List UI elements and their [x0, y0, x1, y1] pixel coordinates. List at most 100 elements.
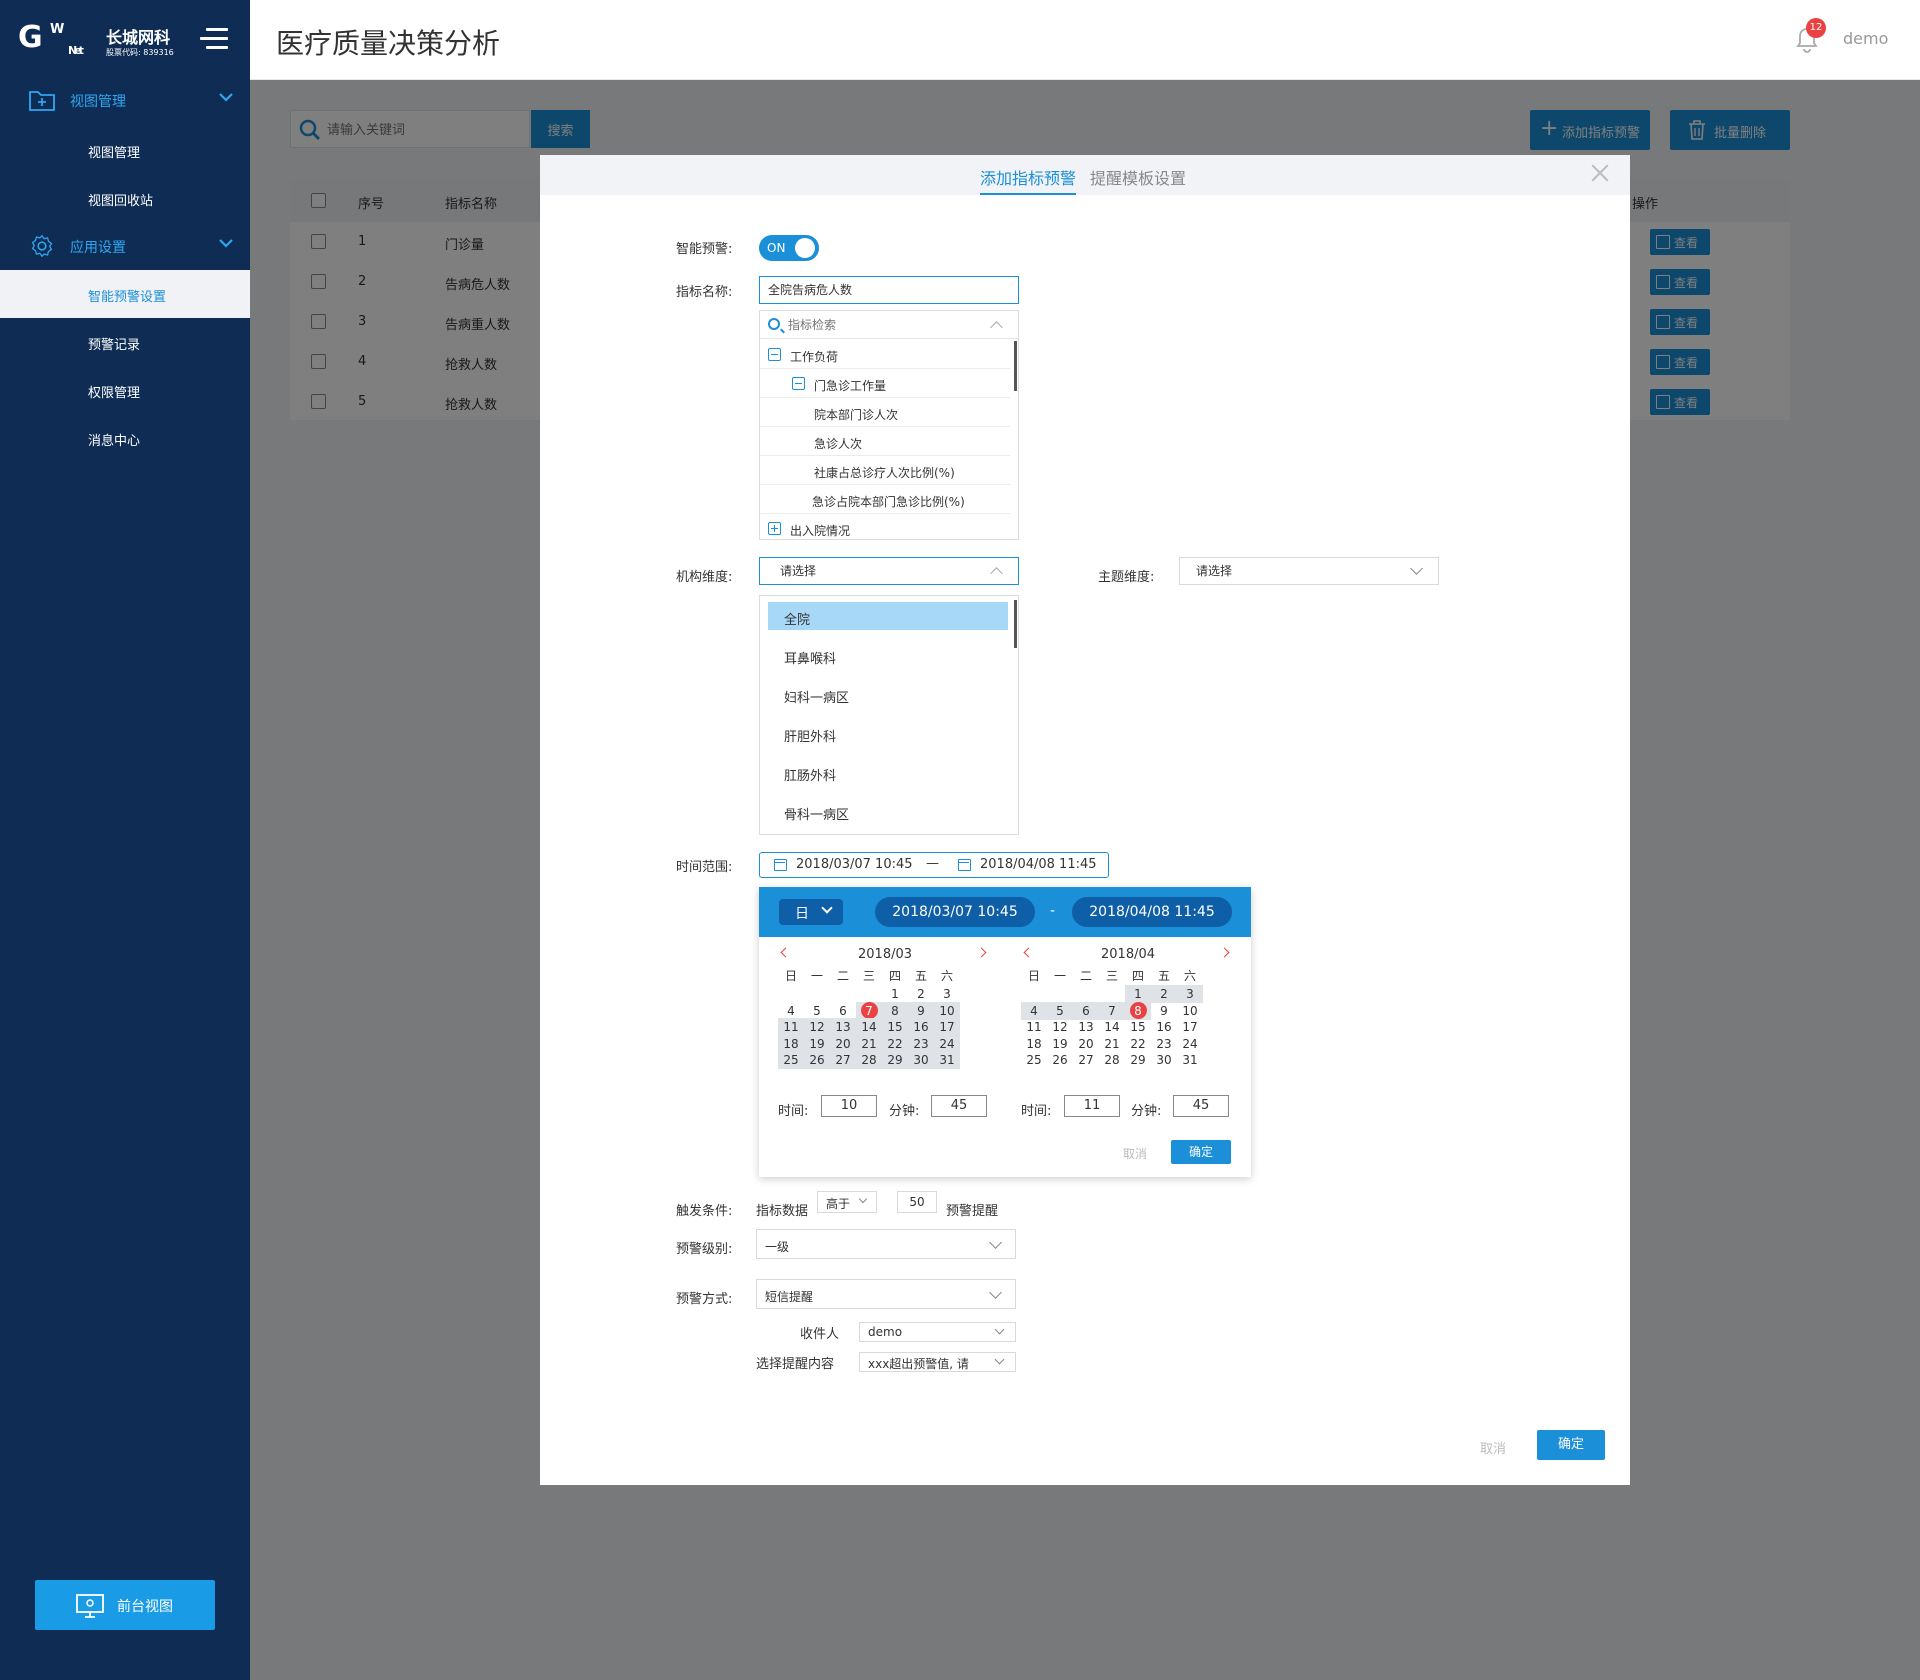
calendar-day[interactable]: 24: [934, 1034, 960, 1053]
calendar-day[interactable]: 20: [830, 1034, 856, 1053]
next-month-icon[interactable]: [976, 947, 987, 958]
prev-month-icon[interactable]: [1023, 947, 1034, 958]
calendar-day[interactable]: 29: [882, 1051, 908, 1069]
tree-node[interactable]: 院本部门诊人次: [760, 398, 1010, 427]
calendar-day[interactable]: 3: [1177, 985, 1203, 1003]
calendar-day[interactable]: 16: [1151, 1018, 1177, 1036]
granularity-select[interactable]: 日: [779, 899, 843, 925]
dept-option[interactable]: 骨科一病区: [768, 797, 1008, 825]
picker-end[interactable]: 2018/04/08 11:45: [1072, 897, 1232, 927]
calendar-day[interactable]: 10: [934, 1001, 960, 1020]
username[interactable]: demo: [1843, 29, 1888, 48]
calendar-day[interactable]: 28: [856, 1051, 882, 1069]
picker-confirm-button[interactable]: 确定: [1171, 1140, 1231, 1164]
calendar-day[interactable]: 8: [1125, 1001, 1151, 1020]
calendar-day[interactable]: 11: [778, 1018, 804, 1036]
sidebar-item-smart-alert[interactable]: 智能预警设置: [0, 270, 250, 318]
right-minute-input[interactable]: 45: [1173, 1095, 1229, 1117]
tree-node[interactable]: 门急诊工作量: [760, 369, 1010, 398]
dept-option[interactable]: 耳鼻喉科: [768, 641, 1008, 669]
recipient-select[interactable]: demo: [859, 1322, 1016, 1342]
calendar-day[interactable]: 14: [856, 1018, 882, 1036]
calendar-day[interactable]: 22: [882, 1034, 908, 1053]
calendar-day[interactable]: 27: [1073, 1051, 1099, 1069]
menu-group-app-settings[interactable]: 应用设置: [0, 222, 250, 270]
dept-option[interactable]: 肝胆外科: [768, 719, 1008, 747]
calendar-day[interactable]: 9: [1151, 1002, 1177, 1020]
calendar-day[interactable]: 16: [908, 1018, 934, 1036]
calendar-day[interactable]: 3: [934, 985, 960, 1003]
calendar-day[interactable]: 25: [778, 1051, 804, 1069]
prev-month-icon[interactable]: [780, 947, 791, 958]
calendar-day[interactable]: 18: [1021, 1035, 1047, 1053]
dept-option[interactable]: 肛肠外科: [768, 758, 1008, 786]
calendar-day[interactable]: 19: [804, 1034, 830, 1053]
method-select[interactable]: 短信提醒: [756, 1279, 1016, 1309]
sidebar-item-view-recycle[interactable]: 视图回收站: [0, 174, 250, 222]
time-range-input[interactable]: 2018/03/07 10:45 — 2018/04/08 11:45: [759, 852, 1109, 878]
calendar-day[interactable]: 6: [830, 1002, 856, 1020]
calendar-day[interactable]: 31: [934, 1051, 960, 1069]
tab-reminder-template[interactable]: 提醒模板设置: [1090, 165, 1186, 189]
tree-node[interactable]: 工作负荷: [760, 340, 1010, 369]
calendar-day[interactable]: 22: [1125, 1035, 1151, 1053]
calendar-day[interactable]: 11: [1021, 1018, 1047, 1036]
dept-option[interactable]: 妇科一病区: [768, 680, 1008, 708]
cancel-button[interactable]: 取消: [1480, 1438, 1506, 1457]
picker-cancel-button[interactable]: 取消: [1123, 1145, 1147, 1162]
theme-select[interactable]: 请选择: [1179, 557, 1439, 585]
calendar-day[interactable]: 18: [778, 1034, 804, 1053]
calendar-day[interactable]: 15: [882, 1018, 908, 1036]
calendar-day[interactable]: 19: [1047, 1035, 1073, 1053]
sidebar-item-alert-records[interactable]: 预警记录: [0, 318, 250, 366]
calendar-day[interactable]: 1: [882, 985, 908, 1003]
calendar-day[interactable]: 13: [1073, 1018, 1099, 1036]
collapse-icon[interactable]: [768, 348, 781, 361]
next-month-icon[interactable]: [1219, 947, 1230, 958]
calendar-day[interactable]: 5: [1047, 1001, 1073, 1020]
calendar-day[interactable]: 2: [908, 985, 934, 1003]
menu-group-view-management[interactable]: 视图管理: [0, 76, 250, 124]
picker-start[interactable]: 2018/03/07 10:45: [875, 897, 1035, 927]
calendar-day[interactable]: 17: [1177, 1018, 1203, 1036]
level-select[interactable]: 一级: [756, 1229, 1016, 1259]
calendar-day[interactable]: 25: [1021, 1051, 1047, 1069]
calendar-day[interactable]: 14: [1099, 1018, 1125, 1036]
calendar-day[interactable]: 29: [1125, 1051, 1151, 1069]
calendar-day[interactable]: 24: [1177, 1035, 1203, 1053]
calendar-day[interactable]: 12: [804, 1018, 830, 1036]
calendar-day[interactable]: 15: [1125, 1018, 1151, 1036]
calendar-day[interactable]: 21: [1099, 1035, 1125, 1053]
indicator-input[interactable]: 全院告病危人数: [759, 276, 1019, 304]
content-select[interactable]: xxx超出预警值, 请: [859, 1352, 1016, 1372]
calendar-day[interactable]: 23: [908, 1034, 934, 1053]
calendar-day[interactable]: 13: [830, 1018, 856, 1036]
calendar-day[interactable]: 21: [856, 1034, 882, 1053]
org-select[interactable]: 请选择: [759, 557, 1019, 585]
sidebar-item-view-management[interactable]: 视图管理: [0, 126, 250, 174]
calendar-day[interactable]: 30: [908, 1051, 934, 1069]
tree-node[interactable]: 急诊占院本部门急诊比例(%): [760, 485, 1010, 514]
calendar-day[interactable]: 4: [1021, 1001, 1047, 1020]
sidebar-item-messages[interactable]: 消息中心: [0, 414, 250, 462]
calendar-day[interactable]: 5: [804, 1002, 830, 1020]
chevron-up-icon[interactable]: [990, 321, 1003, 334]
trigger-operator-select[interactable]: 高于: [817, 1191, 877, 1213]
calendar-day[interactable]: 31: [1177, 1051, 1203, 1069]
calendar-day[interactable]: 8: [882, 1001, 908, 1020]
calendar-day[interactable]: 2: [1151, 985, 1177, 1003]
menu-toggle-icon[interactable]: [200, 28, 228, 50]
close-icon[interactable]: [1588, 161, 1612, 185]
collapse-icon[interactable]: [792, 377, 805, 390]
expand-icon[interactable]: [768, 522, 781, 535]
calendar-day[interactable]: 17: [934, 1018, 960, 1036]
tree-node[interactable]: 社康占总诊疗人次比例(%): [760, 456, 1010, 485]
calendar-day[interactable]: 7: [1099, 1001, 1125, 1020]
tab-add-alert[interactable]: 添加指标预警: [980, 165, 1077, 195]
front-view-button[interactable]: 前台视图: [35, 1580, 215, 1630]
tree-node[interactable]: 出入院情况: [760, 514, 1010, 543]
calendar-day[interactable]: 7: [856, 1001, 882, 1020]
calendar-day[interactable]: 12: [1047, 1018, 1073, 1036]
calendar-day[interactable]: 6: [1073, 1001, 1099, 1020]
calendar-day[interactable]: 26: [804, 1051, 830, 1069]
